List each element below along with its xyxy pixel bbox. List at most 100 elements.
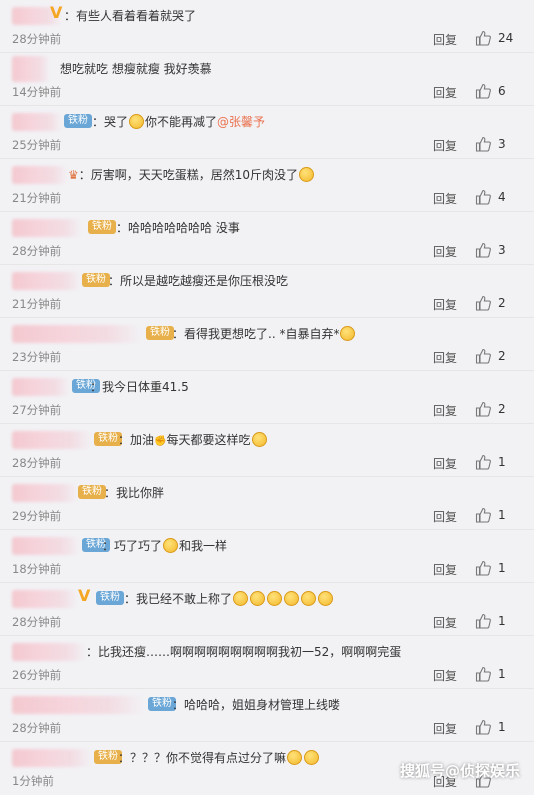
gift-badge-icon: ♛ [68, 168, 79, 182]
username-blurred[interactable] [12, 56, 50, 82]
comment-item: 铁粉 ：哈哈哈哈哈哈哈 没事 28分钟前 回复 3 [0, 212, 534, 265]
like-count: 2 [498, 402, 506, 416]
comment-list: V ：有些人看着看着就哭了 28分钟前 回复 24 想吃就吃 想瘦就瘦 我好羡慕… [0, 0, 534, 795]
like-count: 3 [498, 137, 506, 151]
username-blurred[interactable] [12, 166, 68, 184]
reply-button[interactable]: 回复 [433, 190, 457, 207]
glasses-emoji-icon [304, 750, 319, 765]
comment-time: 28分钟前 [12, 243, 61, 259]
comment-time: 28分钟前 [12, 720, 61, 736]
reply-button[interactable]: 回复 [433, 508, 457, 525]
thumbs-up-icon[interactable] [475, 613, 491, 629]
username-blurred[interactable] [12, 431, 92, 449]
comment-time: 25分钟前 [12, 137, 61, 153]
like-count: 1 [498, 720, 506, 734]
laughing-emoji-icon [318, 591, 333, 606]
reply-button[interactable]: 回复 [433, 243, 457, 260]
username-blurred[interactable] [12, 643, 86, 661]
comment-item: V ：有些人看着看着就哭了 28分钟前 回复 24 [0, 0, 534, 53]
username-blurred[interactable] [12, 325, 142, 343]
thumbs-up-icon[interactable] [475, 454, 491, 470]
laughing-emoji-icon [340, 326, 355, 341]
doge-emoji-icon [287, 750, 302, 765]
watermark: 搜狐号@侦探娱乐 [400, 760, 520, 781]
username-blurred[interactable] [12, 378, 70, 396]
thumbs-up-icon[interactable] [475, 507, 491, 523]
thumbs-up-icon[interactable] [475, 348, 491, 364]
like-count: 6 [498, 84, 506, 98]
reply-button[interactable]: 回复 [433, 31, 457, 48]
like-count: 2 [498, 349, 506, 363]
like-count: 1 [498, 455, 506, 469]
like-count: 4 [498, 190, 506, 204]
laughing-emoji-icon [163, 538, 178, 553]
reply-button[interactable]: 回复 [433, 720, 457, 737]
comment-time: 14分钟前 [12, 84, 61, 100]
comment-text: 我比你胖 [116, 486, 164, 500]
comment-item: 铁粉 ：我今日体重41.5 27分钟前 回复 2 [0, 371, 534, 424]
crying-emoji-icon [129, 114, 144, 129]
username-blurred[interactable] [12, 537, 80, 555]
verified-v-icon: V [78, 586, 90, 605]
laughing-emoji-icon [233, 591, 248, 606]
fan-badge: 铁粉 [78, 485, 106, 499]
thumbs-up-icon[interactable] [475, 189, 491, 205]
comment-item: 铁粉 ：所以是越吃越瘦还是你压根没吃 21分钟前 回复 2 [0, 265, 534, 318]
thumbs-up-icon[interactable] [475, 560, 491, 576]
comment-text: 看得我更想吃了.. *自暴自弃* [184, 327, 339, 341]
thumbs-up-icon[interactable] [475, 83, 491, 99]
comment-time: 28分钟前 [12, 455, 61, 471]
laughing-emoji-icon [267, 591, 282, 606]
like-count: 1 [498, 561, 506, 575]
thumbs-up-icon[interactable] [475, 30, 491, 46]
comment-item: ♛：厉害啊，天天吃蛋糕，居然10斤肉没了 21分钟前 回复 4 [0, 159, 534, 212]
thumbs-up-icon[interactable] [475, 401, 491, 417]
thumbs-up-icon[interactable] [475, 136, 491, 152]
username-blurred[interactable] [12, 272, 82, 290]
comment-text: ？？？你不觉得有点过分了嘛 [130, 751, 286, 765]
laughing-emoji-icon [301, 591, 316, 606]
reply-button[interactable]: 回复 [433, 561, 457, 578]
comment-text: 哈哈哈，姐姐身材管理上线喽 [184, 698, 340, 712]
reply-button[interactable]: 回复 [433, 667, 457, 684]
comment-text-2: 和我一样 [179, 539, 227, 553]
thumbs-up-icon[interactable] [475, 719, 491, 735]
reply-button[interactable]: 回复 [433, 349, 457, 366]
reply-button[interactable]: 回复 [433, 455, 457, 472]
reply-button[interactable]: 回复 [433, 84, 457, 101]
username-blurred[interactable] [12, 484, 78, 502]
like-count: 1 [498, 508, 506, 522]
comment-item: 铁粉 ：看得我更想吃了.. *自暴自弃* 23分钟前 回复 2 [0, 318, 534, 371]
username-blurred[interactable] [12, 749, 92, 767]
comment-item: V 铁粉 ：我已经不敢上称了 28分钟前 回复 1 [0, 583, 534, 636]
comment-item: ：比我还瘦……啊啊啊啊啊啊啊啊啊我初一52，啊啊啊完蛋 26分钟前 回复 1 [0, 636, 534, 689]
comment-text-2: 你不能再减了 [145, 115, 217, 129]
comment-text: 想吃就吃 想瘦就瘦 我好羡慕 [60, 60, 212, 78]
flexed-bicep-icon: ✊ [154, 436, 166, 447]
comment-text: 厉害啊，天天吃蛋糕，居然10斤肉没了 [91, 168, 298, 182]
comment-time: 28分钟前 [12, 614, 61, 630]
thumbs-up-icon[interactable] [475, 295, 491, 311]
fan-badge: 铁粉 [82, 273, 110, 287]
thumbs-up-icon[interactable] [475, 666, 491, 682]
username-blurred[interactable] [12, 590, 78, 608]
reply-button[interactable]: 回复 [433, 402, 457, 419]
comment-item: 铁粉 ：哈哈哈，姐姐身材管理上线喽 28分钟前 回复 1 [0, 689, 534, 742]
mention-link[interactable]: @张馨予 [217, 115, 265, 129]
thumbs-up-icon[interactable] [475, 242, 491, 258]
comment-time: 28分钟前 [12, 31, 61, 47]
username-blurred[interactable] [12, 219, 82, 237]
reply-button[interactable]: 回复 [433, 296, 457, 313]
like-count: 3 [498, 243, 506, 257]
comment-time: 23分钟前 [12, 349, 61, 365]
comment-text: 哈哈哈哈哈哈哈 没事 [128, 221, 240, 235]
verified-v-icon: V [50, 3, 62, 22]
comment-text: 所以是越吃越瘦还是你压根没吃 [120, 274, 288, 288]
fan-badge: 铁粉 [64, 114, 92, 128]
username-blurred[interactable] [12, 113, 62, 131]
comment-time: 21分钟前 [12, 296, 61, 312]
reply-button[interactable]: 回复 [433, 614, 457, 631]
comment-text: 我已经不敢上称了 [136, 592, 232, 606]
reply-button[interactable]: 回复 [433, 137, 457, 154]
username-blurred[interactable] [12, 696, 144, 714]
